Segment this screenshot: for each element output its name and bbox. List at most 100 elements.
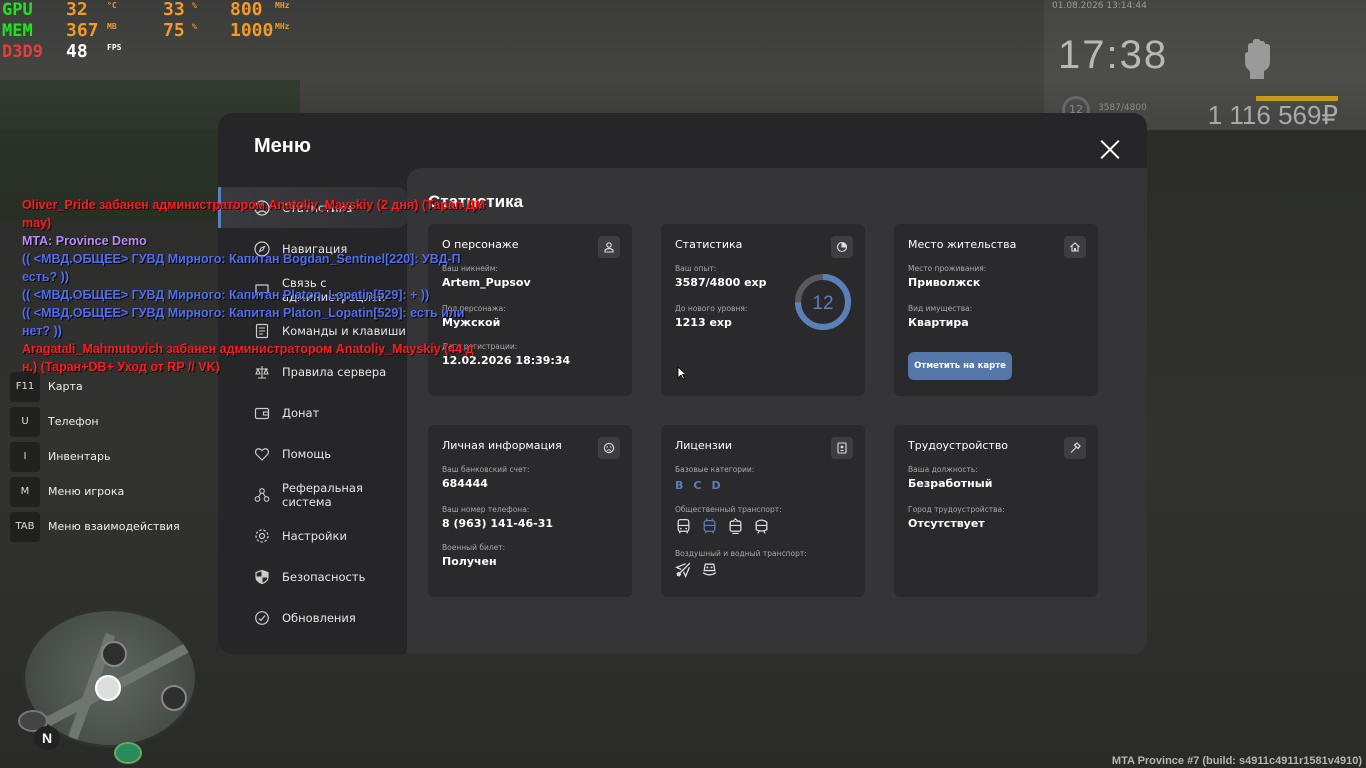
mem-load: 75: [163, 20, 185, 41]
hotkey-inventory: I Инвентарь: [10, 439, 180, 474]
level-progress-ring: 12: [795, 274, 851, 330]
mouse-cursor-icon: [677, 366, 687, 380]
hud-time: 17:38: [1058, 33, 1169, 77]
next-level-value: 1213 exp: [675, 316, 732, 329]
card-statistics: Статистика Ваш опыт: 3587/4800 exp До но…: [661, 224, 865, 396]
field-label: Общественный транспорт:: [675, 505, 782, 514]
field-label: Место проживания:: [908, 264, 987, 273]
sidebar-item-settings[interactable]: Настройки: [218, 515, 407, 556]
pie-chart-icon: [831, 236, 853, 258]
gpu-temp: 32: [66, 0, 88, 20]
minimap-blip: [161, 685, 187, 711]
wallet-icon: [254, 407, 270, 419]
hotkey-key: F11: [10, 371, 40, 402]
hotkey-interaction-menu: TAB Меню взаимодействия: [10, 509, 180, 544]
player-arrow-icon: [95, 675, 121, 701]
field-label: Базовые категории:: [675, 465, 755, 474]
trolleybus-icon: [703, 518, 716, 534]
field-label: До нового уровня:: [675, 304, 748, 313]
sidebar-item-referral[interactable]: Реферальная система: [218, 474, 407, 515]
license-category: B: [675, 479, 684, 492]
train-icon: [755, 519, 768, 534]
card-title: Трудоустройство: [908, 439, 1009, 452]
sidebar-item-label: Помощь: [282, 446, 332, 461]
field-label: Ваша должность:: [908, 465, 978, 474]
chat-line: MTA: Province Demo: [22, 234, 147, 248]
menu-title: Меню: [254, 135, 311, 157]
gpu-label: GPU: [2, 0, 33, 20]
field-label: Воздушный и водный транспорт:: [675, 549, 807, 558]
gpu-clock: 800: [230, 0, 263, 20]
exp-value: 3587/4800 exp: [675, 276, 767, 289]
gpu-row: GPU 32 °C 33 % 800 MHz: [2, 0, 289, 21]
mem-clock-unit: MHz: [275, 22, 290, 31]
field-label: Военный билет:: [442, 543, 506, 552]
mark-on-map-button[interactable]: Отметить на карте: [908, 352, 1012, 380]
minimap-blip: [101, 641, 127, 667]
card-title: Статистика: [675, 238, 743, 251]
ship-icon: [114, 742, 142, 764]
hotkey-label: Карта: [48, 380, 83, 393]
sidebar-item-label: Обновления: [282, 610, 356, 625]
refresh-icon: [255, 610, 269, 625]
bank-account-value: 684444: [442, 477, 488, 490]
hotkey-label: Телефон: [48, 415, 99, 428]
d3d-label: D3D9: [2, 42, 43, 62]
military-id-value: Получен: [442, 555, 497, 568]
gpu-load: 33: [163, 0, 185, 20]
license-categories: B C D: [675, 479, 721, 492]
gpu-temp-unit: °C: [107, 1, 117, 10]
boat-icon: [702, 563, 717, 576]
gpu-clock-unit: MHz: [275, 1, 290, 10]
hotkey-player-menu: M Меню игрока: [10, 474, 180, 509]
chat-line: есть? )): [22, 270, 69, 284]
person-badge-icon: [598, 236, 620, 258]
phone-number-value: 8 (963) 141-46-31: [442, 517, 554, 530]
mem-load-unit: %: [192, 22, 197, 31]
sidebar-item-help[interactable]: Помощь: [218, 433, 407, 474]
mem-row: MEM 367 MB 75 % 1000 MHz: [2, 21, 289, 42]
gpu-load-unit: %: [192, 1, 197, 10]
sidebar-item-label: Реферальная система: [282, 480, 363, 509]
chat-line: нет? )): [22, 324, 62, 338]
network-icon: [254, 487, 270, 502]
mem-used: 367: [66, 20, 99, 41]
chat-line: (( <МВД.ОБЩЕЕ> ГУВД Мирного: Капитан Pla…: [22, 288, 430, 302]
chat-log: Oliver_Pride забанен администратором Ana…: [22, 196, 512, 376]
hud-exp: 3587/4800: [1098, 103, 1147, 113]
card-employment: Трудоустройство Ваша должность: Безработ…: [894, 425, 1098, 597]
gear-icon: [255, 528, 269, 543]
north-icon: N: [34, 726, 60, 750]
field-label: Вид имущества:: [908, 304, 973, 313]
chat-line: н.) (Таран+DB+ Уход от RP // VK): [22, 360, 220, 374]
face-icon: [598, 437, 620, 459]
statistics-panel: Статистика О персонаже Ваш никнейм: Arte…: [407, 168, 1147, 654]
residence-city-value: Приволжск: [908, 276, 981, 289]
air-water-licenses: [675, 561, 718, 578]
level-value: 12: [812, 293, 833, 314]
card-title: Лицензии: [675, 439, 733, 452]
mem-used-unit: MB: [107, 22, 117, 31]
bus-icon: [677, 518, 690, 534]
card-personal-info: Личная информация Ваш банковский счет: 6…: [428, 425, 632, 597]
sidebar-item-updates[interactable]: Обновления: [218, 597, 407, 638]
mem-label: MEM: [2, 21, 33, 41]
hotkey-key: U: [10, 406, 40, 437]
hotkey-key: M: [10, 476, 40, 507]
job-city-value: Отсутствует: [908, 517, 985, 530]
sidebar-item-label: Безопасность: [282, 569, 366, 584]
property-type-value: Квартира: [908, 316, 969, 329]
build-info: MTA Province #7 (build: s4911c4911r1581v…: [1111, 755, 1362, 767]
hotkey-label: Меню взаимодействия: [48, 520, 180, 533]
hotkey-label: Меню игрока: [48, 485, 125, 498]
chat-line: Aragatali_Mahmutovich забанен администра…: [22, 342, 474, 356]
menu-modal: Меню Статистика Навигация Связь с админи…: [218, 113, 1147, 654]
tram-icon: [729, 518, 742, 534]
card-title: Личная информация: [442, 439, 562, 452]
close-button[interactable]: [1098, 137, 1122, 161]
sidebar-item-security[interactable]: Безопасность: [218, 556, 407, 597]
id-card-icon: [831, 437, 853, 459]
sidebar-item-donate[interactable]: Донат: [218, 392, 407, 433]
plane-icon: [675, 562, 691, 578]
sidebar-item-label: Настройки: [282, 528, 347, 543]
